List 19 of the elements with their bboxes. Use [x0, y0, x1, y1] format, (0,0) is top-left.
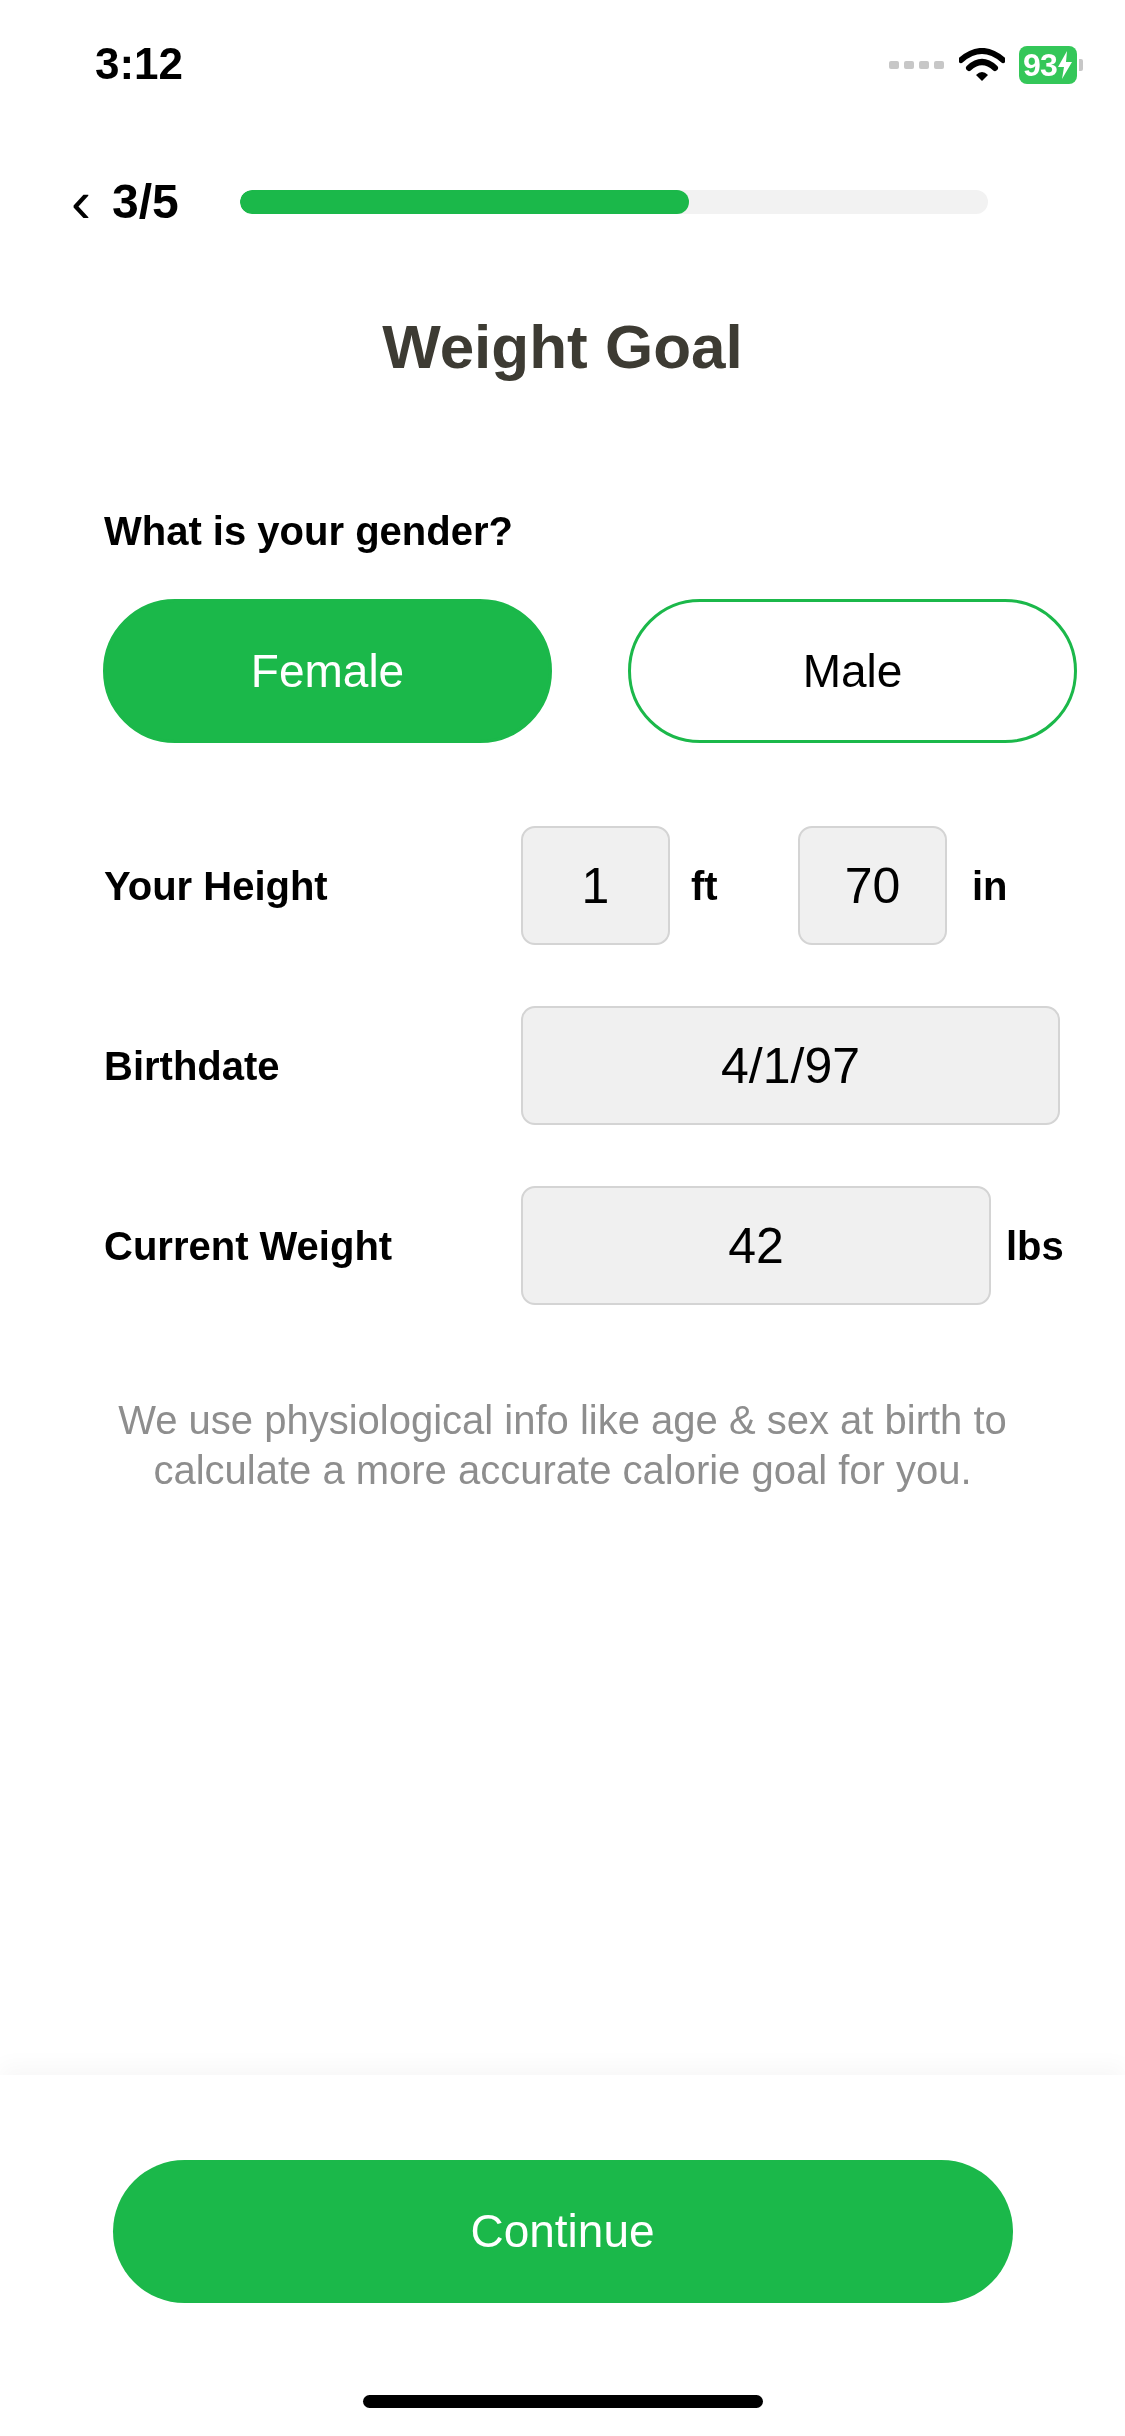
gender-option[interactable]: Male [628, 599, 1077, 743]
field-label: Birthdate [104, 1042, 281, 1090]
input-field[interactable]: 70 [798, 826, 947, 945]
question-label: What is your gender? [104, 508, 514, 555]
unit-label: lbs [1006, 1222, 1064, 1270]
step-counter: 3/5 [112, 174, 180, 230]
info-text: We use physiological info like age & sex at birth to calculate a more accurate calorie goal for you. [117, 1397, 1008, 1494]
field-label: Current Weight [104, 1222, 394, 1270]
unit-label: ft [691, 862, 719, 910]
input-field[interactable]: 4/1/97 [521, 1006, 1060, 1125]
page-title: Weight Goal [381, 311, 744, 383]
back-button[interactable]: ‹ [56, 172, 106, 232]
wifi-icon [959, 48, 1005, 82]
status-time: 3:12 [95, 42, 184, 86]
input-field[interactable]: 1 [521, 826, 670, 945]
field-label: Your Height [104, 862, 329, 910]
unit-label: in [972, 862, 1008, 910]
input-field[interactable]: 42 [521, 1186, 991, 1305]
signal-icon [889, 59, 945, 71]
